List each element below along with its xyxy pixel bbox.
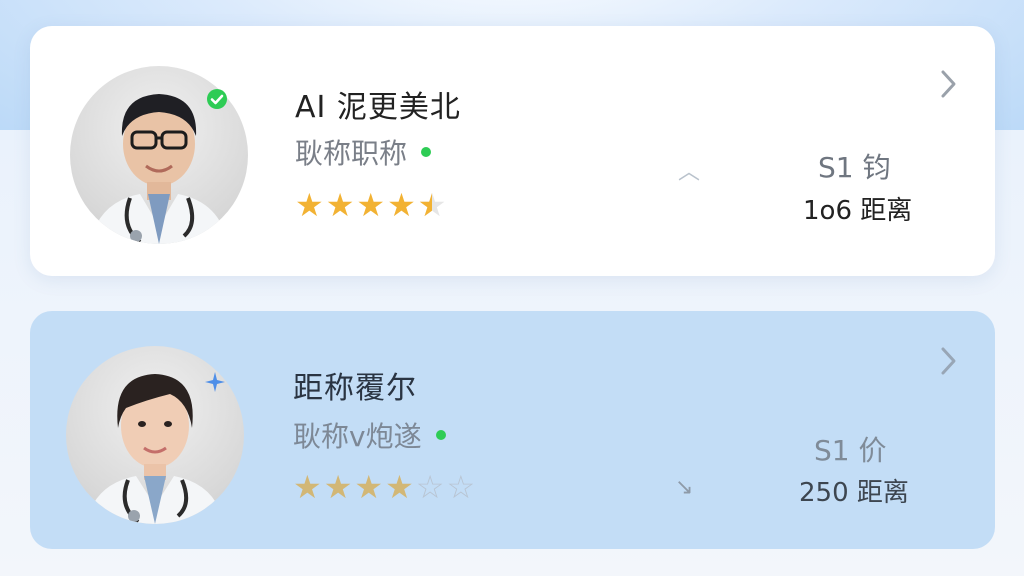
doctor-title: 耿称ⅴ炮遂: [293, 420, 422, 453]
star-icon: ★: [325, 186, 355, 224]
chevron-right-icon[interactable]: [935, 343, 961, 379]
doctor-title-row: 耿称职称: [295, 132, 432, 172]
star-icon: ★: [354, 468, 384, 506]
star-icon: ★: [293, 468, 322, 506]
star-icon: ★: [385, 468, 414, 506]
distance-label: 250 距离: [799, 478, 909, 508]
star-empty-icon: ☆: [415, 468, 445, 506]
distance-label: 1o6 距离: [803, 196, 913, 226]
price-label: S1 价: [814, 434, 887, 467]
doctor-name: 距称覆尔: [293, 371, 417, 406]
star-icon: ★: [387, 186, 416, 224]
verified-check-icon: [206, 88, 228, 110]
chevron-up-icon: ︿: [678, 160, 701, 185]
star-icon: ★: [356, 186, 386, 224]
star-half-icon: ★: [418, 189, 447, 221]
rating-stars: ★ ★ ★ ★ ★: [295, 189, 446, 221]
doctor-title-row: 耿称ⅴ炮遂: [293, 415, 446, 455]
star-empty-icon: ☆: [446, 468, 476, 506]
chevron-right-icon[interactable]: [935, 66, 961, 102]
star-icon: ★: [295, 186, 324, 224]
rating-stars: ★ ★ ★ ★ ☆ ☆: [293, 471, 475, 503]
doctor-card-2[interactable]: 距称覆尔 耿称ⅴ炮遂 ★ ★ ★ ★ ☆ ☆ ↘ S1 价 250 距离: [30, 311, 995, 549]
doctor-title: 耿称职称: [295, 137, 408, 170]
chevron-down-right-icon: ↘: [675, 475, 694, 500]
online-status-dot: [421, 147, 432, 157]
price-label: S1 钧: [818, 151, 891, 184]
star-icon: ★: [323, 468, 353, 506]
doctor-name: AI 泥更美北: [295, 90, 461, 125]
online-status-dot: [435, 430, 446, 440]
sparkle-icon: [204, 371, 226, 393]
doctor-card-1[interactable]: AI 泥更美北 耿称职称 ★ ★ ★ ★ ★ ︿ S1 钧 1o6 距离: [30, 26, 995, 276]
